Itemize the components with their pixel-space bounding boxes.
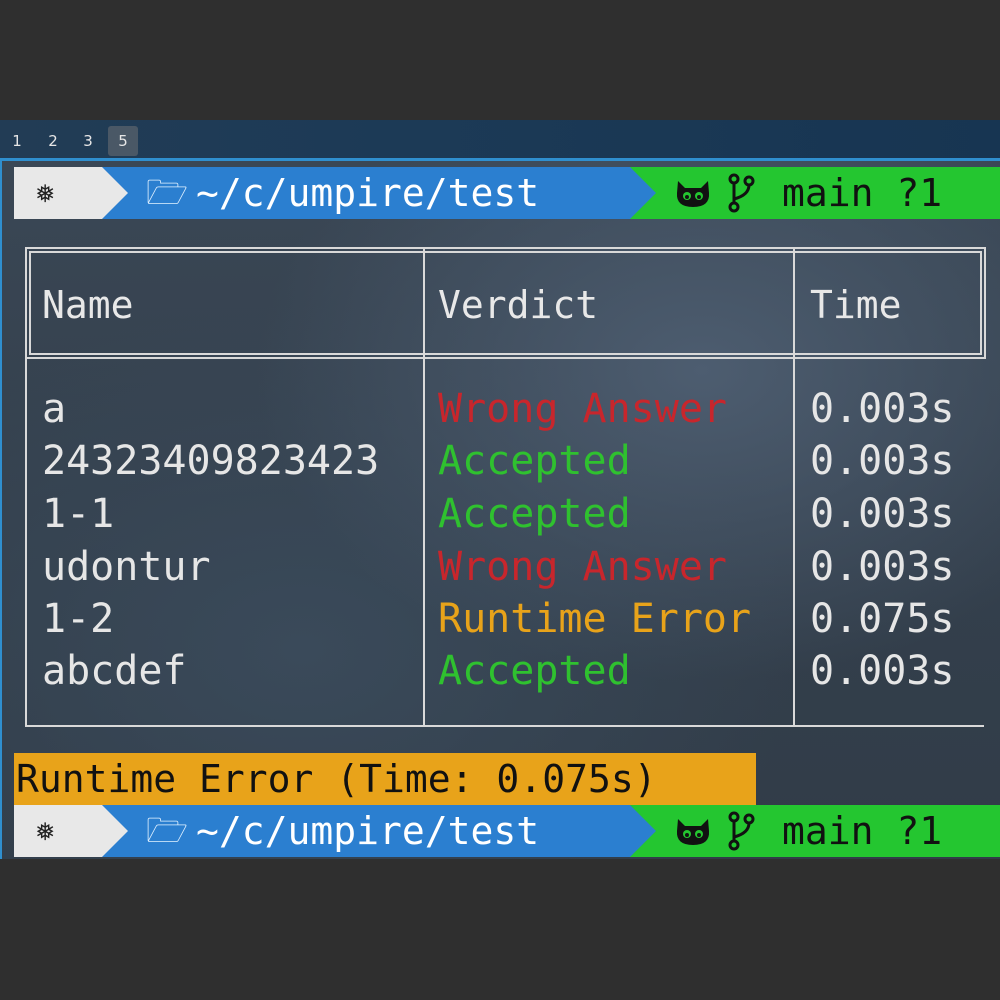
git-segment: main ?1 — [630, 805, 1000, 857]
gear-icon: ❅ — [36, 813, 55, 848]
prompt-path: ~/c/umpire/test — [196, 171, 540, 215]
os-segment: ❅ — [14, 805, 102, 857]
folder-open-icon: 🗁 — [146, 173, 189, 213]
column-divider — [793, 249, 795, 725]
row-time: 0.003s — [810, 438, 955, 484]
folder-open-icon: 🗁 — [146, 811, 189, 851]
path-segment: 🗁 ~/c/umpire/test — [102, 805, 630, 857]
row-name: 1-1 — [42, 491, 115, 537]
terminal-window[interactable]: ❅ 🗁 ~/c/umpire/test main ?1 Name Verdict… — [0, 158, 1000, 859]
header-time: Time — [810, 283, 902, 327]
column-divider — [423, 249, 425, 725]
row-name: 1-2 — [42, 596, 115, 642]
row-verdict: Runtime Error — [438, 596, 752, 642]
row-time: 0.003s — [810, 386, 955, 432]
row-verdict: Accepted — [438, 438, 631, 484]
row-name: udontur — [42, 544, 211, 590]
workspace-bar: 1 2 3 5 — [0, 120, 1000, 158]
row-time: 0.003s — [810, 648, 955, 694]
row-name: 24323409823423 — [42, 438, 380, 484]
prompt-bottom: ❅ 🗁 ~/c/umpire/test main ?1 — [14, 805, 1000, 857]
row-verdict: Accepted — [438, 491, 631, 537]
row-time: 0.075s — [810, 596, 955, 642]
header-verdict: Verdict — [438, 283, 599, 327]
summary-status: Runtime Error (Time: 0.075s) — [14, 753, 756, 805]
header-name: Name — [42, 283, 134, 327]
workspace-1[interactable]: 1 — [2, 126, 32, 156]
workspace-5[interactable]: 5 — [108, 126, 138, 156]
prompt-path: ~/c/umpire/test — [196, 809, 540, 853]
row-time: 0.003s — [810, 544, 955, 590]
gear-icon: ❅ — [36, 175, 55, 210]
git-branch-icon — [728, 173, 755, 213]
path-segment: 🗁 ~/c/umpire/test — [102, 167, 630, 219]
github-octocat-icon — [676, 819, 710, 845]
os-segment: ❅ — [14, 167, 102, 219]
row-name: a — [42, 386, 67, 432]
row-verdict: Wrong Answer — [438, 544, 727, 590]
git-branch-icon — [728, 811, 755, 851]
row-verdict: Wrong Answer — [438, 386, 727, 432]
git-status: main ?1 — [782, 171, 943, 215]
prompt-top: ❅ 🗁 ~/c/umpire/test main ?1 — [14, 167, 1000, 219]
github-octocat-icon — [676, 181, 710, 207]
git-segment: main ?1 — [630, 167, 1000, 219]
row-name: abcdef — [42, 648, 187, 694]
workspace-3[interactable]: 3 — [73, 126, 103, 156]
row-verdict: Accepted — [438, 648, 631, 694]
git-status: main ?1 — [782, 809, 943, 853]
workspace-2[interactable]: 2 — [38, 126, 68, 156]
row-time: 0.003s — [810, 491, 955, 537]
